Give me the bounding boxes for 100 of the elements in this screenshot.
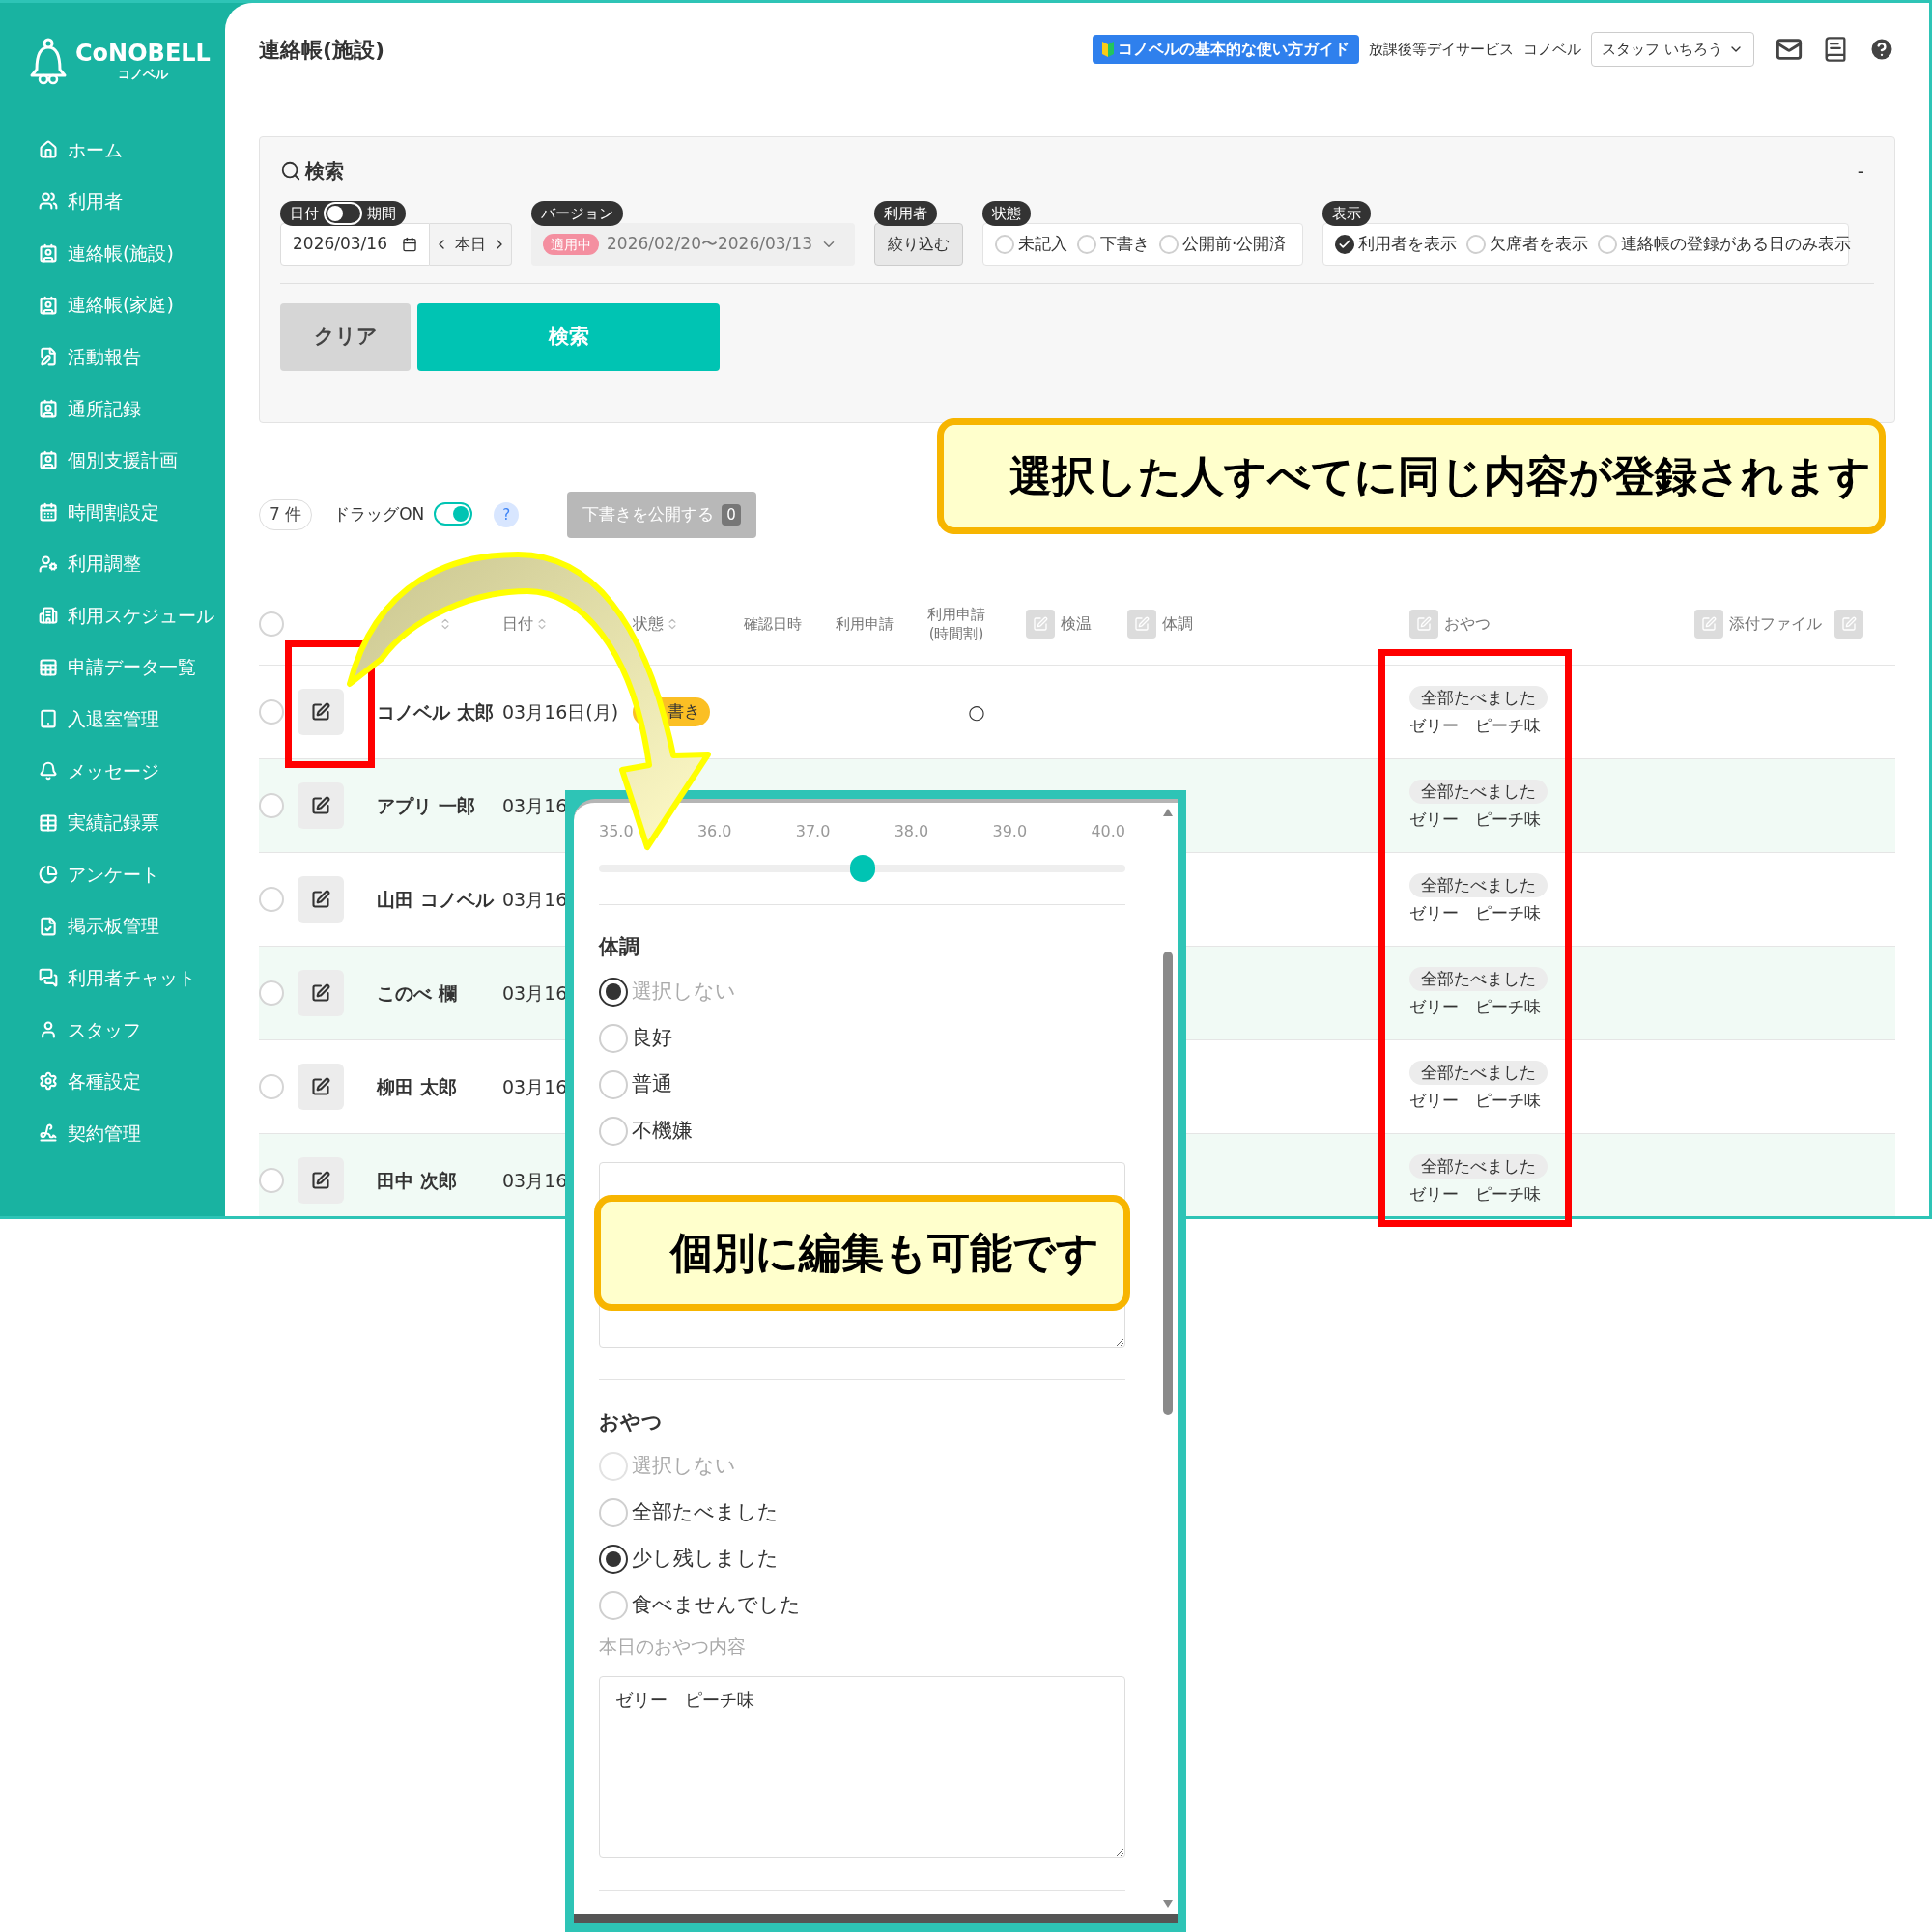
- slider-tick-label: 36.0: [696, 821, 732, 842]
- table-cell-text: ○: [968, 699, 985, 725]
- column-header: 体調: [1162, 612, 1193, 635]
- column-header: 検温: [1061, 612, 1092, 635]
- slider-tick-label: 40.0: [1091, 821, 1125, 842]
- filter-label: 表示: [1322, 201, 1371, 226]
- snack-note-field[interactable]: ゼリー ピーチ味: [599, 1675, 1125, 1858]
- filter-users-button[interactable]: 絞り込む: [874, 223, 963, 266]
- publish-drafts-button[interactable]: 下書きを公開する 0: [567, 492, 756, 538]
- version-range: 2026/02/20〜2026/03/13: [607, 233, 812, 256]
- column-header[interactable]: 状態: [633, 611, 664, 636]
- table-cell-text: コノベル 太郎: [377, 699, 494, 724]
- sidebar-item[interactable]: 利用者: [0, 175, 225, 228]
- option-label: 全部たべました: [632, 1499, 779, 1526]
- table-cell-text: 柳田 太郎: [377, 1074, 457, 1099]
- table-cell-text: 山田 コノベル: [377, 887, 494, 912]
- sidebar-item[interactable]: アンケート: [0, 848, 225, 900]
- sidebar-item[interactable]: ホーム: [0, 124, 225, 176]
- section-title: 体調: [599, 934, 640, 960]
- logo-wordmark: CoNOBELL: [75, 42, 211, 65]
- today-button[interactable]: 本日: [430, 223, 512, 266]
- option-label: 食べませんでした: [632, 1592, 801, 1619]
- sidebar-item[interactable]: 通所記録: [0, 382, 225, 435]
- slider-tick-label: 39.0: [992, 821, 1028, 842]
- active-badge: 適用中: [543, 234, 599, 255]
- service-name: 放課後等デイサービス: [1369, 39, 1515, 60]
- table-cell-text: 田中 次郎: [377, 1168, 457, 1193]
- table-cell-text: このべ 欄: [377, 980, 457, 1006]
- snack-note: ゼリー ピーチ味: [1409, 996, 1541, 1018]
- sidebar-item[interactable]: スタッフ: [0, 1004, 225, 1056]
- sidebar-item[interactable]: 時間割設定: [0, 486, 225, 538]
- slider-tick-label: 38.0: [894, 821, 929, 842]
- option-label: 不機嫌: [632, 1117, 693, 1144]
- column-header: 利用申請: [836, 613, 894, 634]
- sidebar-item[interactable]: 入退室管理: [0, 693, 225, 746]
- snack-result-tag: 全部たべました: [1409, 779, 1548, 804]
- callout-text: 選択した人すべてに同じ内容が登録されます: [1009, 450, 1871, 502]
- section-title: おやつ: [599, 1408, 664, 1435]
- search-title: 検索: [305, 158, 344, 185]
- guide-button[interactable]: コノベルの基本的な使い方ガイド: [1093, 35, 1360, 64]
- table-cell-text: アプリ 一郎: [377, 793, 475, 818]
- filter-label: 利用者: [874, 201, 937, 226]
- sidebar-item[interactable]: 連絡帳(施設): [0, 227, 225, 279]
- snack-note: ゼリー ピーチ味: [1409, 809, 1541, 831]
- option-label: 選択しない: [632, 978, 736, 1005]
- snack-result-tag: 全部たべました: [1409, 872, 1548, 897]
- collapse-toggle[interactable]: -: [1857, 156, 1874, 185]
- option-label: 利用者を表示: [1358, 233, 1457, 256]
- column-header: 利用申請 (時間割): [927, 604, 985, 643]
- logo-subtitle: コノベル: [117, 68, 168, 80]
- slider-tick-label: 35.0: [599, 821, 634, 842]
- option-label: 普通: [632, 1070, 672, 1097]
- snack-note: ゼリー ピーチ味: [1409, 1183, 1541, 1206]
- table-cell-text: 03月16: [502, 1168, 568, 1193]
- callout-text: 個別に編集も可能です: [670, 1227, 1099, 1279]
- column-header: 確認日時: [744, 613, 802, 634]
- facility-name: コノベル: [1523, 39, 1582, 60]
- version-select[interactable]: 適用中 2026/02/20〜2026/03/13: [531, 223, 855, 266]
- option-label: 下書き: [1100, 233, 1150, 256]
- search-button[interactable]: 検索: [417, 303, 720, 371]
- clear-button[interactable]: クリア: [280, 303, 411, 371]
- sidebar-item[interactable]: 個別支援計画: [0, 434, 225, 487]
- sidebar-item[interactable]: 利用スケジュール: [0, 589, 225, 641]
- option-label: 良好: [632, 1024, 672, 1051]
- sidebar-item[interactable]: 契約管理: [0, 1107, 225, 1159]
- help-badge[interactable]: ?: [494, 502, 520, 527]
- filter-label: バージョン: [531, 201, 623, 226]
- snack-result-tag: 全部たべました: [1409, 685, 1548, 710]
- sidebar-item[interactable]: 連絡帳(家庭): [0, 278, 225, 331]
- option-label: 選択しない: [632, 1453, 736, 1480]
- sidebar-item[interactable]: 申請データ一覧: [0, 640, 225, 694]
- date-input[interactable]: 2026/03/16: [280, 223, 430, 266]
- sidebar-item[interactable]: メッセージ: [0, 745, 225, 797]
- page-title: 連絡帳(施設): [259, 36, 385, 64]
- sidebar-item[interactable]: 掲示板管理: [0, 899, 225, 952]
- sidebar-item[interactable]: 活動報告: [0, 330, 225, 383]
- sidebar-item[interactable]: 利用者チャット: [0, 952, 225, 1005]
- option-label: 少し残しました: [632, 1546, 779, 1573]
- column-header[interactable]: 日付: [502, 611, 533, 636]
- slider-tick-label: 37.0: [795, 821, 831, 842]
- table-cell-text: 03月16: [502, 793, 568, 818]
- option-label: 公開前·公開済: [1182, 233, 1287, 256]
- sidebar-item[interactable]: 利用調整: [0, 537, 225, 590]
- table-cell-text: 03月16: [502, 1074, 568, 1099]
- filter-label: 日付 期間: [280, 201, 406, 226]
- snack-result-tag: 全部たべました: [1409, 1153, 1548, 1179]
- filter-label: 状態: [982, 201, 1031, 226]
- column-header: 添付ファイル: [1729, 612, 1822, 635]
- table-cell-text: 03月16: [502, 980, 568, 1006]
- option-label: 欠席者を表示: [1490, 233, 1588, 256]
- snack-result-tag: 全部たべました: [1409, 1060, 1548, 1085]
- draft-count-badge: 0: [722, 503, 741, 526]
- option-label: 連絡帳の登録がある日のみ表示: [1621, 233, 1851, 256]
- snack-note: ゼリー ピーチ味: [1409, 1090, 1541, 1112]
- sidebar-item[interactable]: 各種設定: [0, 1055, 225, 1108]
- snack-result-tag: 全部たべました: [1409, 966, 1548, 991]
- sidebar-item[interactable]: 実績記録票: [0, 796, 225, 849]
- table-cell-text: 03月16日(月): [502, 699, 619, 724]
- snack-note: ゼリー ピーチ味: [1409, 902, 1541, 924]
- staff-select[interactable]: スタッフ いちろう: [1591, 32, 1754, 67]
